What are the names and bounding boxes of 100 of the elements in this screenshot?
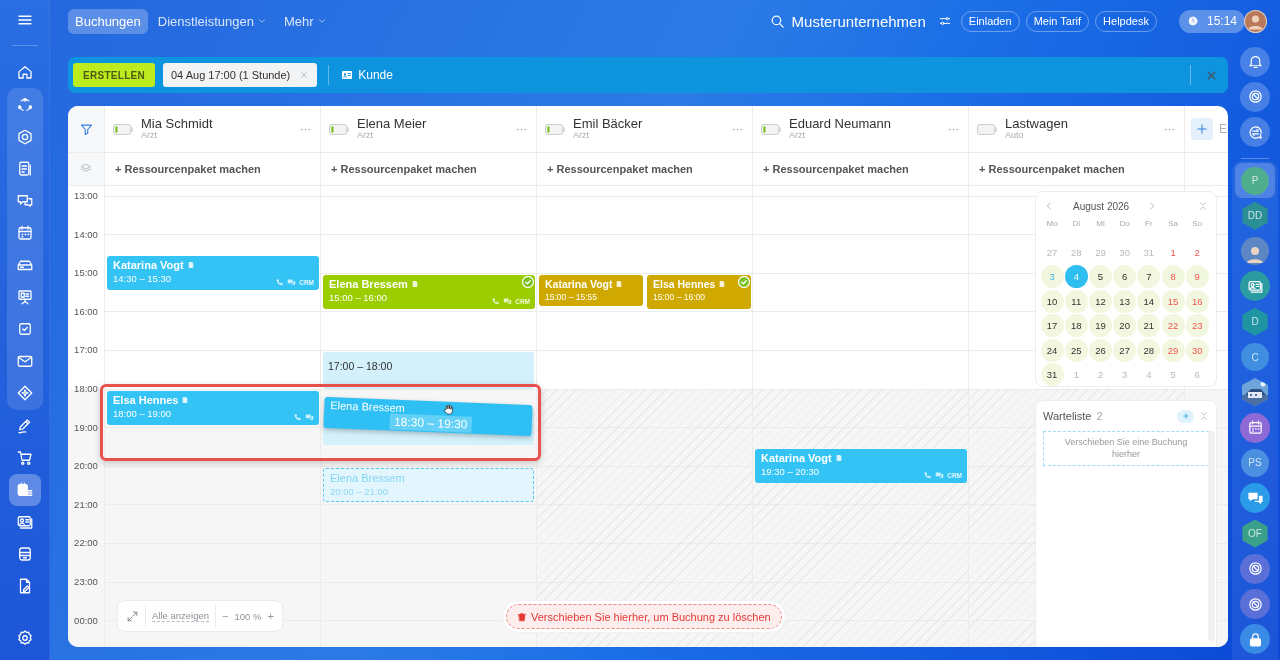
package-button[interactable]: + Ressourcenpaket machen <box>115 163 261 175</box>
contact-card-button[interactable] <box>1240 271 1270 302</box>
avatar[interactable]: P <box>1241 166 1269 195</box>
calendar-day[interactable]: 18 <box>1064 314 1088 337</box>
calendar-day[interactable]: 27 <box>1040 240 1064 264</box>
avatar[interactable]: C <box>1241 343 1269 371</box>
calendar-day[interactable]: 2 <box>1185 240 1209 264</box>
avatar[interactable]: PS <box>1241 448 1269 477</box>
column-label: Ei <box>1219 122 1228 136</box>
calendar-day[interactable]: 4 <box>1064 265 1088 288</box>
nav-tab[interactable]: Dienstleistungen <box>150 8 274 34</box>
booking-time: 15:00 – 16:00 <box>329 291 388 303</box>
resource-name[interactable]: Emil Bäcker <box>573 116 723 132</box>
calendar-day[interactable]: 10 <box>1040 289 1064 313</box>
package-button[interactable]: + Ressourcenpaket machen <box>979 163 1125 175</box>
calendar-day[interactable]: 23 <box>1185 314 1209 337</box>
calendar-day[interactable]: 31 <box>1040 363 1064 386</box>
calendar-day[interactable]: 29 <box>1088 240 1112 264</box>
calendar-day[interactable]: 29 <box>1161 338 1185 362</box>
calendar-day[interactable]: 5 <box>1161 363 1185 386</box>
booking-card[interactable]: Katarina Vogt 15:00 – 15:55 <box>539 274 643 307</box>
booking-card[interactable]: Elsa Hennes 15:00 – 16:00 <box>647 274 751 310</box>
avatar[interactable] <box>1241 237 1269 266</box>
calendar-day[interactable]: 19 <box>1088 314 1112 337</box>
calendar-day[interactable]: 30 <box>1113 240 1137 264</box>
target-button[interactable] <box>1240 589 1270 620</box>
client-button[interactable]: Kunde <box>340 68 393 82</box>
zoom-out-button[interactable]: − <box>222 610 229 622</box>
chat-icon <box>1246 123 1264 141</box>
lock-button[interactable] <box>1240 624 1270 655</box>
time-label: 20:00 <box>74 459 98 473</box>
calendar-day[interactable]: 28 <box>1064 240 1088 264</box>
calendar-day[interactable]: 11 <box>1064 289 1088 313</box>
calendar-day[interactable]: 21 <box>1137 314 1161 337</box>
bell-button[interactable] <box>1240 46 1270 77</box>
resource-name[interactable]: Eduard Neumann <box>789 116 939 132</box>
resource-name[interactable]: Elena Meier <box>357 116 507 132</box>
calendar-button[interactable] <box>1240 412 1270 443</box>
calendar-day[interactable]: 28 <box>1137 338 1161 362</box>
calendar-day[interactable]: 6 <box>1113 265 1137 288</box>
calendar-day[interactable]: 14 <box>1137 289 1161 313</box>
package-button[interactable]: + Ressourcenpaket machen <box>547 163 693 175</box>
calendar-day[interactable]: 17 <box>1040 314 1064 337</box>
chat-button[interactable] <box>1240 117 1270 148</box>
time-label: 19:00 <box>74 420 98 434</box>
calendar-day[interactable]: 24 <box>1040 338 1064 362</box>
package-button[interactable]: + Ressourcenpaket machen <box>331 163 477 175</box>
calendar-day[interactable]: 31 <box>1137 240 1161 264</box>
calendar-day[interactable]: 25 <box>1064 338 1088 362</box>
weekday-label: Di <box>1071 218 1082 230</box>
zoom-in-button[interactable]: + <box>267 610 274 622</box>
calendar-day[interactable]: 15 <box>1161 289 1185 313</box>
time-chip[interactable]: 04 Aug 17:00 (1 Stunde) <box>163 63 318 87</box>
calendar-day[interactable]: 27 <box>1113 338 1137 362</box>
clock-icon <box>1186 15 1199 27</box>
booking-name: Katarina Vogt <box>761 451 832 464</box>
calendar-day[interactable]: 16 <box>1185 289 1209 313</box>
clock-widget[interactable]: 15:14 <box>1178 9 1245 33</box>
calendar-day[interactable]: 2 <box>1088 363 1112 386</box>
calendar-day[interactable]: 4 <box>1137 363 1161 386</box>
sliders-icon[interactable] <box>937 14 952 28</box>
avatar[interactable]: D <box>1241 307 1269 336</box>
filter-icon[interactable] <box>78 121 94 137</box>
nav-item[interactable] <box>8 474 41 506</box>
expand-icon[interactable] <box>126 609 139 623</box>
calendar-day[interactable]: 22 <box>1161 314 1185 337</box>
target-button[interactable] <box>1240 81 1270 112</box>
chat-button[interactable] <box>1240 483 1270 514</box>
resource-name[interactable]: Lastwagen <box>1005 116 1155 132</box>
calendar-day[interactable]: 1 <box>1161 240 1185 264</box>
avatar[interactable] <box>1244 9 1267 33</box>
nav-tab[interactable]: Buchungen <box>68 8 148 34</box>
rail-item-highlight[interactable]: P <box>1235 162 1275 199</box>
nav-tab[interactable]: Mehr <box>276 8 334 34</box>
time-label: 13:00 <box>74 189 98 202</box>
calendar-day[interactable]: 12 <box>1088 289 1112 313</box>
dragged-booking[interactable]: Elena Bressem 18:30 – 19:30 <box>323 396 533 437</box>
calendar-day[interactable]: 6 <box>1185 363 1209 386</box>
calendar-day[interactable]: 9 <box>1185 265 1209 288</box>
calendar-day[interactable]: 1 <box>1064 363 1088 386</box>
target-button[interactable] <box>1240 553 1270 584</box>
weekday-label: Mi <box>1095 218 1106 230</box>
calendar-day[interactable]: 3 <box>1040 265 1064 288</box>
create-button[interactable]: ERSTELLEN <box>73 63 155 87</box>
add-button[interactable] <box>1191 118 1213 140</box>
calendar-day[interactable]: 3 <box>1113 363 1137 386</box>
calendar-day[interactable]: 7 <box>1137 265 1161 288</box>
show-all-link[interactable]: Alle anzeigen <box>152 610 210 622</box>
weekday-label: So <box>1191 218 1204 230</box>
package-button[interactable]: + Ressourcenpaket machen <box>763 163 909 175</box>
calendar-day[interactable]: 5 <box>1088 265 1112 288</box>
resource-name[interactable]: Mia Schmidt <box>141 116 291 132</box>
calendar-day[interactable]: 30 <box>1185 338 1209 362</box>
avatar[interactable]: OF <box>1241 519 1269 548</box>
calendar-day[interactable]: 26 <box>1088 338 1112 362</box>
calendar-day[interactable]: 8 <box>1161 265 1185 288</box>
company-name[interactable]: Musterunternehmen <box>791 12 926 30</box>
calendar-day[interactable]: 13 <box>1113 289 1137 313</box>
calendar-day[interactable]: 20 <box>1113 314 1137 337</box>
avatar[interactable]: DD <box>1241 201 1269 230</box>
